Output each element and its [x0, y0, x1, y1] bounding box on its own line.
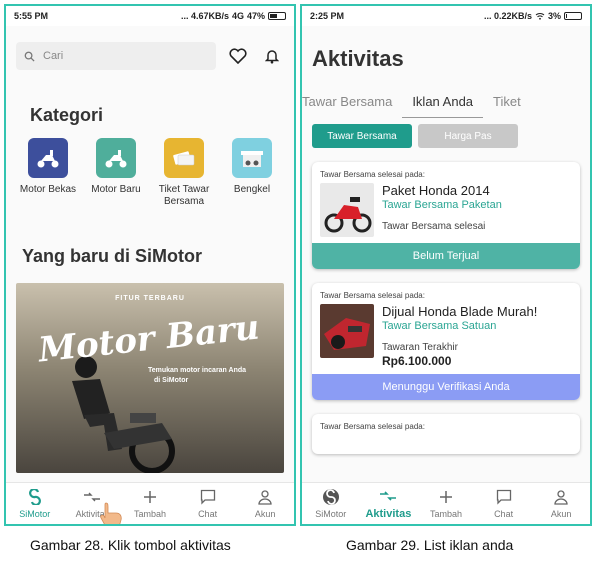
nav-label: Chat	[198, 509, 218, 519]
user-icon	[256, 488, 274, 506]
battery-icon	[564, 12, 582, 20]
tab-tawar-bersama[interactable]: Tawar Bersama	[302, 90, 402, 117]
workshop-icon	[232, 138, 272, 178]
search-input[interactable]: Cari	[16, 42, 217, 70]
search-icon	[24, 51, 35, 62]
promo-banner[interactable]: FITUR TERBARU Motor Baru Temukan motor i…	[16, 283, 284, 473]
card-header: Tawar Bersama selesai pada:	[320, 422, 425, 431]
card-header: Tawar Bersama selesai pada:	[320, 170, 425, 179]
battery-percent: 47%	[246, 11, 265, 21]
nav-label: Tambah	[429, 509, 462, 519]
category-list: Motor Bekas Motor Baru Tiket Tawar Bersa…	[6, 138, 294, 208]
plus-icon	[437, 488, 455, 506]
ad-card[interactable]: Tawar Bersama selesai pada: Paket Honda …	[312, 162, 580, 269]
card-title: Paket Honda 2014	[382, 183, 490, 198]
home-screen: 5:55 PM ... 4.67KB/s 4G 47% Cari Kategor…	[4, 4, 296, 526]
tab-bar: Tawar Bersama Iklan Anda Tiket	[302, 90, 590, 120]
card-title: Dijual Honda Blade Murah!	[382, 304, 538, 319]
filter-tawar-bersama[interactable]: Tawar Bersama	[312, 124, 412, 148]
nav-label: Tambah	[133, 509, 166, 519]
banner-feature-label: FITUR TERBARU	[115, 295, 185, 302]
nav-label: SiMotor	[315, 509, 347, 519]
nav-label: Akun	[550, 509, 572, 519]
motorcycle-thumbnail	[320, 183, 374, 237]
heart-icon	[229, 48, 247, 64]
activity-screen: 2:25 PM ... 0.22KB/s 3% Aktivitas Tawar …	[300, 4, 592, 526]
simotor-logo-icon	[26, 488, 44, 506]
chat-icon	[199, 488, 217, 506]
plus-icon	[141, 488, 159, 506]
network-speed: ... 0.22KB/s	[483, 11, 532, 21]
kategori-heading: Kategori	[30, 105, 104, 125]
bottom-nav: SiMotor Aktivitas Tambah Chat Akun	[302, 482, 590, 524]
nav-akun[interactable]: Akun	[237, 488, 293, 519]
card-type: Tawar Bersama Satuan	[382, 320, 497, 332]
chat-icon	[495, 488, 513, 506]
search-placeholder: Cari	[43, 50, 64, 62]
category-motor-baru[interactable]: Motor Baru	[82, 138, 150, 208]
status-time: 2:25 PM	[310, 11, 345, 21]
wifi-icon	[535, 13, 545, 20]
category-label: Motor Baru	[91, 184, 141, 195]
nav-label: Akun	[254, 509, 276, 519]
category-label: Bengkel	[233, 184, 271, 195]
category-bengkel[interactable]: Bengkel	[218, 138, 286, 208]
new-section-heading: Yang baru di SiMotor	[22, 246, 203, 266]
activity-icon	[379, 487, 397, 505]
ticket-icon	[164, 138, 204, 178]
banner-subtitle: Temukan motor incaran Anda	[148, 367, 247, 374]
card-type: Tawar Bersama Paketan	[382, 199, 502, 211]
category-motor-bekas[interactable]: Motor Bekas	[14, 138, 82, 208]
card-status: Tawaran Terakhir	[382, 342, 458, 353]
scooter-icon	[28, 138, 68, 178]
card-footer-status[interactable]: Menunggu Verifikasi Anda	[312, 374, 580, 400]
nav-tambah[interactable]: Tambah	[122, 488, 178, 519]
ad-card[interactable]: Tawar Bersama selesai pada:	[312, 414, 580, 454]
ad-card[interactable]: Tawar Bersama selesai pada: Dijual Honda…	[312, 283, 580, 400]
banner-subtitle-2: di SiMotor	[154, 377, 189, 384]
simotor-logo-icon	[322, 488, 340, 506]
nav-label: SiMotor	[19, 509, 51, 519]
card-footer-status[interactable]: Belum Terjual	[312, 243, 580, 269]
network-speed: ... 4.67KB/s	[180, 11, 229, 21]
signal-label: 4G	[231, 11, 244, 21]
page-title: Aktivitas	[312, 46, 404, 71]
user-icon	[552, 488, 570, 506]
card-price: Rp6.100.000	[382, 354, 452, 368]
category-label: Motor Bekas	[19, 184, 77, 195]
tap-hand-icon	[100, 502, 122, 524]
nav-simotor[interactable]: SiMotor	[7, 488, 63, 519]
nav-akun[interactable]: Akun	[533, 488, 589, 519]
nav-chat[interactable]: Chat	[180, 488, 236, 519]
bottom-nav: SiMotor Aktivitas Tambah Chat Akun	[6, 482, 294, 524]
motorcycle-thumbnail	[320, 304, 374, 358]
tab-tiket[interactable]: Tiket	[483, 90, 531, 117]
notification-button[interactable]	[260, 44, 284, 68]
filter-chips: Tawar Bersama Harga Pas	[312, 124, 590, 148]
figure-caption-28: Gambar 28. Klik tombol aktivitas	[30, 537, 231, 553]
card-status: Tawar Bersama selesai	[382, 221, 486, 232]
category-label: Tiket Tawar Bersama	[158, 184, 210, 207]
nav-tambah[interactable]: Tambah	[418, 488, 474, 519]
nav-simotor[interactable]: SiMotor	[303, 488, 359, 519]
favorite-button[interactable]	[226, 44, 250, 68]
nav-label: Chat	[494, 509, 514, 519]
nav-chat[interactable]: Chat	[476, 488, 532, 519]
nav-label: Aktivitas	[365, 508, 412, 520]
status-bar: 5:55 PM ... 4.67KB/s 4G 47%	[6, 6, 294, 26]
status-time: 5:55 PM	[14, 11, 49, 21]
card-header: Tawar Bersama selesai pada:	[320, 291, 425, 300]
status-bar: 2:25 PM ... 0.22KB/s 3%	[302, 6, 590, 26]
figure-caption-29: Gambar 29. List iklan anda	[346, 537, 514, 553]
battery-icon	[268, 12, 286, 20]
nav-aktivitas[interactable]: Aktivitas	[360, 487, 416, 520]
category-tiket-tawar-bersama[interactable]: Tiket Tawar Bersama	[150, 138, 218, 208]
bell-icon	[265, 50, 280, 64]
scooter-icon	[96, 138, 136, 178]
tab-iklan-anda[interactable]: Iklan Anda	[402, 90, 484, 118]
battery-percent: 3%	[547, 11, 561, 21]
filter-harga-pas[interactable]: Harga Pas	[418, 124, 518, 148]
